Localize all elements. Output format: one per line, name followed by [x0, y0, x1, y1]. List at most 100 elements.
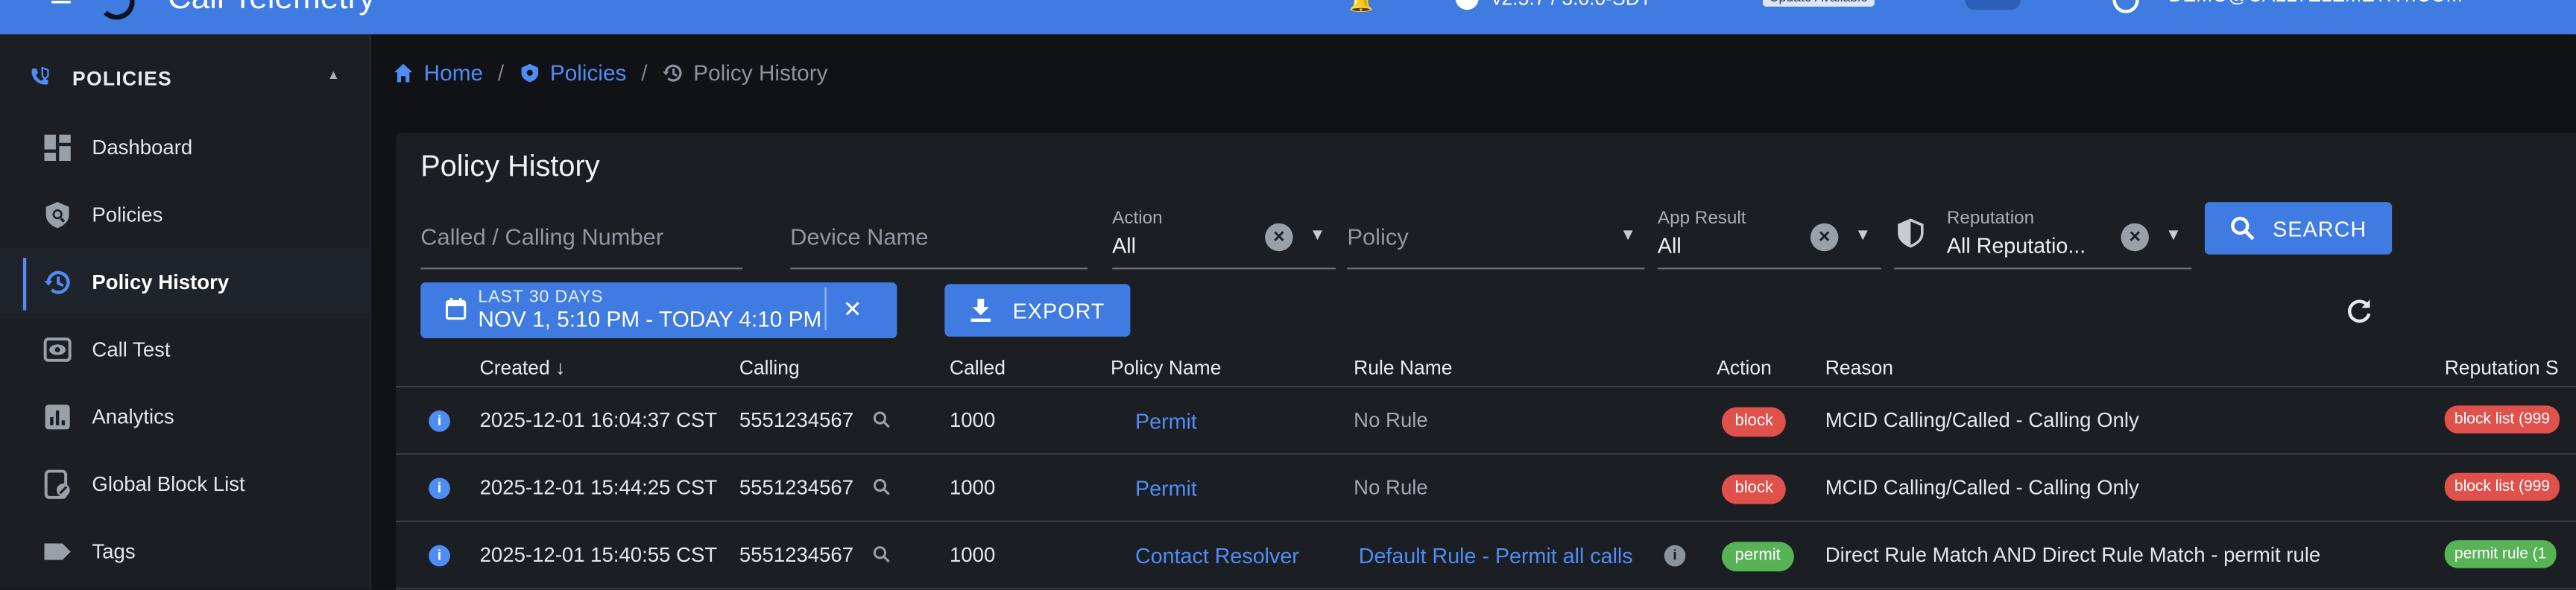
- date-range-divider: [824, 287, 827, 331]
- search-icon[interactable]: [872, 545, 890, 563]
- cell-created: 2025-12-01 16:04:37 CST: [479, 408, 718, 432]
- policy-placeholder: Policy: [1347, 223, 1409, 250]
- dropdown-arrow-icon[interactable]: ▼: [2165, 226, 2182, 244]
- tag-icon: [44, 543, 71, 560]
- app-result-select[interactable]: App Result All × ▼: [1657, 203, 1881, 270]
- column-calling: Calling: [739, 356, 800, 380]
- sidebar: POLICIES ▲ Dashboard Policies Policy His…: [0, 34, 372, 590]
- cell-reason: Direct Rule Match AND Direct Rule Match …: [1825, 543, 2321, 567]
- table-row[interactable]: i 2025-12-01 15:44:25 CST 5551234567 100…: [396, 457, 2576, 522]
- sidebar-item-global-block-list[interactable]: Global Block List: [0, 450, 371, 516]
- info-icon[interactable]: i: [429, 545, 450, 567]
- version-text: v2.5.7 / 3.0.0-SDT: [1491, 0, 1652, 10]
- bar-chart-icon: [45, 405, 70, 430]
- sidebar-section-policies[interactable]: POLICIES ▲: [0, 61, 371, 97]
- policy-link[interactable]: Contact Resolver: [1135, 544, 1299, 568]
- cell-calling: 5551234567: [739, 543, 854, 567]
- sidebar-item-label: Tags: [92, 540, 136, 564]
- search-button[interactable]: SEARCH: [2204, 202, 2393, 255]
- policy-select[interactable]: Policy ▼: [1347, 203, 1645, 270]
- breadcrumb-policies[interactable]: Policies: [550, 60, 627, 84]
- user-email[interactable]: DEMO@CALLTELEMETRY.COM: [2168, 0, 2462, 7]
- history-icon: [663, 63, 682, 81]
- dropdown-arrow-icon[interactable]: ▼: [1620, 226, 1636, 244]
- cell-rule: No Rule: [1354, 408, 1428, 432]
- sidebar-item-call-test[interactable]: Call Test: [0, 315, 371, 381]
- search-button-label: SEARCH: [2273, 215, 2367, 241]
- device-name-input[interactable]: Device Name: [790, 203, 1088, 270]
- history-icon: [44, 270, 70, 294]
- cell-created: 2025-12-01 15:44:25 CST: [479, 476, 718, 500]
- menu-icon[interactable]: ☰: [49, 0, 79, 9]
- cell-calling: 5551234567: [739, 408, 854, 432]
- clear-icon[interactable]: ×: [1265, 223, 1293, 252]
- sidebar-item-label: Analytics: [92, 405, 174, 429]
- search-icon[interactable]: [872, 478, 890, 495]
- clear-icon[interactable]: ×: [1810, 223, 1839, 252]
- sidebar-item-policy-history[interactable]: Policy History: [0, 247, 372, 314]
- phone-shield-icon: [31, 66, 49, 85]
- number-input[interactable]: Called / Calling Number: [420, 203, 743, 270]
- breadcrumb-home[interactable]: Home: [424, 60, 483, 84]
- info-icon[interactable]: i: [429, 478, 450, 500]
- rule-info-icon[interactable]: i: [1664, 545, 1686, 567]
- sidebar-item-label: Global Block List: [92, 472, 245, 496]
- export-button[interactable]: EXPORT: [944, 284, 1131, 337]
- update-badge[interactable]: Update Available: [1762, 0, 1875, 7]
- column-reputation: Reputation S: [2444, 356, 2559, 380]
- column-reason: Reason: [1825, 356, 1893, 380]
- arrow-down-icon: ↓: [555, 356, 566, 380]
- sidebar-item-analytics[interactable]: Analytics: [0, 383, 371, 448]
- date-range-picker[interactable]: LAST 30 DAYS NOV 1, 5:10 PM - TODAY 4:10…: [420, 282, 897, 339]
- cell-reason: MCID Calling/Called - Calling Only: [1825, 408, 2139, 432]
- clear-date-icon[interactable]: ✕: [843, 296, 862, 323]
- logo-icon: [98, 0, 135, 20]
- column-created-label: Created: [479, 356, 550, 380]
- dropdown-arrow-icon[interactable]: ▼: [1854, 226, 1871, 244]
- rule-link[interactable]: Default Rule - Permit all calls: [1359, 544, 1633, 568]
- breadcrumb-current: Policy History: [693, 60, 828, 85]
- table-row[interactable]: i 2025-12-01 15:40:55 CST 5551234567 100…: [396, 524, 2576, 590]
- download-icon: [971, 299, 991, 323]
- block-list-icon: [44, 469, 70, 499]
- shield-half-icon: [1898, 218, 1924, 248]
- cell-reason: MCID Calling/Called - Calling Only: [1825, 476, 2139, 500]
- account-icon[interactable]: [2112, 0, 2139, 13]
- sidebar-section-label: POLICIES: [72, 67, 173, 91]
- column-action: Action: [1717, 356, 1772, 380]
- column-created[interactable]: Created ↓: [480, 356, 566, 379]
- policy-link[interactable]: Permit: [1135, 476, 1197, 501]
- sidebar-item-tags[interactable]: Tags: [0, 517, 371, 583]
- breadcrumb: Home / Policies / Policy History: [393, 57, 828, 87]
- main-content: Home / Policies / Policy History Policy …: [373, 34, 2576, 590]
- sidebar-item-dashboard[interactable]: Dashboard: [0, 113, 371, 179]
- export-button-label: EXPORT: [1012, 298, 1105, 323]
- info-icon[interactable]: i: [429, 410, 450, 432]
- cell-rule: No Rule: [1354, 476, 1428, 500]
- cell-called: 1000: [949, 543, 996, 567]
- cell-created: 2025-12-01 15:40:55 CST: [479, 543, 718, 567]
- bell-icon[interactable]: 🔔: [1349, 0, 1374, 13]
- refresh-icon[interactable]: [2344, 297, 2374, 327]
- table-header: Created ↓ Calling Called Policy Name Rul…: [396, 352, 2576, 388]
- cell-called: 1000: [949, 476, 996, 500]
- reputation-select[interactable]: Reputation All Reputatio... × ▼: [1894, 203, 2192, 270]
- reputation-badge: block list (999: [2444, 472, 2560, 501]
- page-title: Policy History: [420, 149, 600, 183]
- sidebar-item-label: Policy History: [92, 270, 230, 294]
- theme-toggle[interactable]: [1965, 0, 2021, 10]
- reputation-value: All Reputatio...: [1946, 232, 2086, 258]
- reputation-badge: block list (999: [2444, 405, 2560, 434]
- sidebar-item-policies[interactable]: Policies: [0, 180, 371, 246]
- search-icon[interactable]: [872, 410, 890, 428]
- table-row[interactable]: i 2025-12-01 16:04:37 CST 5551234567 100…: [396, 389, 2576, 455]
- action-badge: permit: [1721, 542, 1794, 572]
- app-result-label: App Result: [1657, 208, 1746, 229]
- policy-history-card: Policy History Called / Calling Number D…: [396, 133, 2576, 590]
- dropdown-arrow-icon[interactable]: ▼: [1310, 226, 1326, 244]
- caret-up-icon: ▲: [326, 67, 341, 83]
- app-bar: ☰ Call Telemetry 🔔 v2.5.7 / 3.0.0-SDT Up…: [0, 0, 2576, 35]
- clear-icon[interactable]: ×: [2121, 223, 2149, 252]
- action-select[interactable]: Action All × ▼: [1112, 203, 1336, 270]
- policy-link[interactable]: Permit: [1135, 409, 1197, 434]
